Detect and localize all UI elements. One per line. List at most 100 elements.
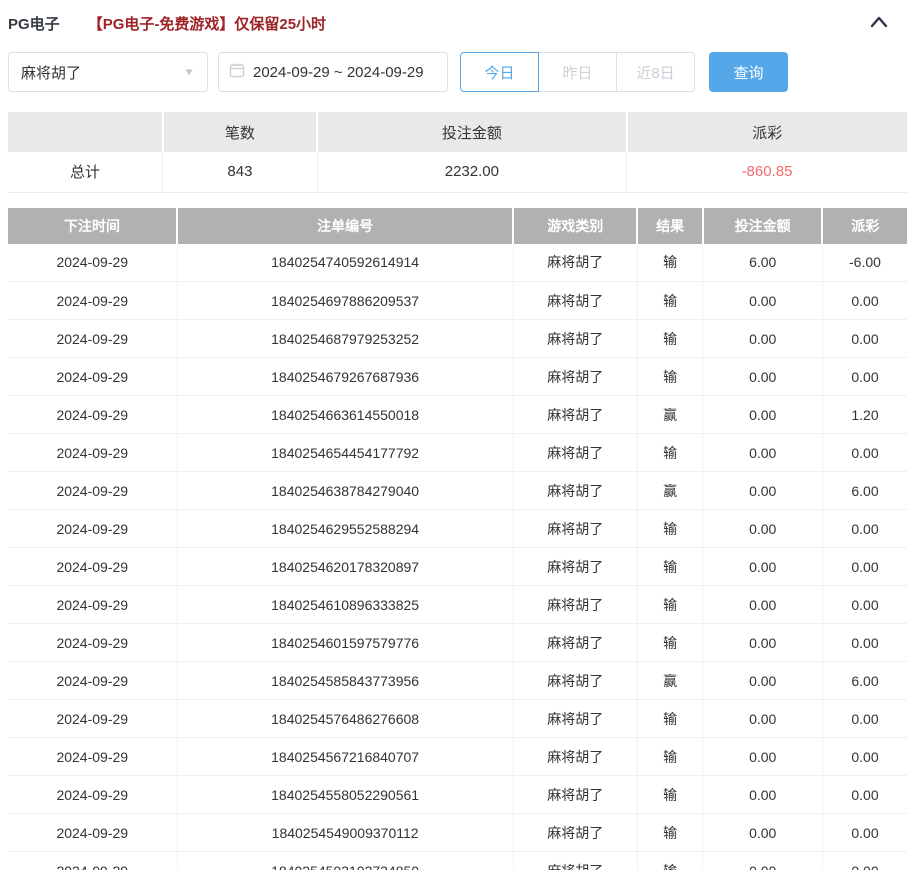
bet-time-cell: 2024-09-29	[8, 700, 177, 738]
summary-total-label: 总计	[8, 152, 163, 192]
result-cell: 输	[637, 320, 703, 358]
game-type-cell: 麻将胡了	[513, 472, 637, 510]
bet-time-cell: 2024-09-29	[8, 282, 177, 320]
summary-table: 笔数 投注金额 派彩 总计 843 2232.00 -860.85	[8, 112, 907, 193]
result-cell: 赢	[637, 472, 703, 510]
bet-time-cell: 2024-09-29	[8, 814, 177, 852]
table-row: 2024-09-291840254558052290561麻将胡了输0.000.…	[8, 776, 907, 814]
bet-amount-cell: 0.00	[703, 586, 823, 624]
table-row: 2024-09-291840254620178320897麻将胡了输0.000.…	[8, 548, 907, 586]
bet-id-cell: 1840254663614550018	[177, 396, 513, 434]
table-row: 2024-09-291840254663614550018麻将胡了赢0.001.…	[8, 396, 907, 434]
summary-header-blank	[8, 112, 163, 152]
game-type-cell: 麻将胡了	[513, 510, 637, 548]
table-row: 2024-09-291840254638784279040麻将胡了赢0.006.…	[8, 472, 907, 510]
result-cell: 输	[637, 282, 703, 320]
table-row: 2024-09-291840254740592614914麻将胡了输6.00-6…	[8, 244, 907, 282]
game-select-value: 麻将胡了	[21, 62, 183, 83]
game-type-cell: 麻将胡了	[513, 320, 637, 358]
result-cell: 输	[637, 244, 703, 282]
payout-cell: 0.00	[822, 358, 907, 396]
payout-cell: 0.00	[822, 700, 907, 738]
bet-id-cell: 1840254638784279040	[177, 472, 513, 510]
game-select[interactable]: 麻将胡了 ▼	[8, 52, 208, 92]
bet-time-cell: 2024-09-29	[8, 738, 177, 776]
payout-cell: 1.20	[822, 396, 907, 434]
bet-table-body: 2024-09-291840254740592614914麻将胡了输6.00-6…	[8, 244, 907, 870]
column-result: 结果	[637, 208, 703, 244]
bet-time-cell: 2024-09-29	[8, 472, 177, 510]
game-type-cell: 麻将胡了	[513, 434, 637, 472]
result-cell: 输	[637, 776, 703, 814]
summary-header-row: 笔数 投注金额 派彩	[8, 112, 907, 152]
table-row: 2024-09-291840254503102734850麻将胡了输0.000.…	[8, 852, 907, 870]
summary-total-bet-amount: 2232.00	[317, 152, 626, 192]
payout-cell: -6.00	[822, 244, 907, 282]
bet-time-cell: 2024-09-29	[8, 510, 177, 548]
payout-cell: 0.00	[822, 282, 907, 320]
column-game-type: 游戏类别	[513, 208, 637, 244]
table-row: 2024-09-291840254610896333825麻将胡了输0.000.…	[8, 586, 907, 624]
result-cell: 输	[637, 814, 703, 852]
bet-amount-cell: 0.00	[703, 852, 823, 870]
bet-amount-cell: 0.00	[703, 510, 823, 548]
game-type-cell: 麻将胡了	[513, 738, 637, 776]
payout-cell: 0.00	[822, 434, 907, 472]
bet-time-cell: 2024-09-29	[8, 320, 177, 358]
game-type-cell: 麻将胡了	[513, 244, 637, 282]
date-range-picker[interactable]: 2024-09-29 ~ 2024-09-29	[218, 52, 448, 92]
panel-title: PG电子	[8, 13, 60, 34]
payout-cell: 6.00	[822, 472, 907, 510]
today-button[interactable]: 今日	[460, 52, 539, 92]
bet-id-cell: 1840254687979253252	[177, 320, 513, 358]
bet-time-cell: 2024-09-29	[8, 624, 177, 662]
game-type-cell: 麻将胡了	[513, 282, 637, 320]
summary-header-bet-amount: 投注金额	[317, 112, 626, 152]
game-type-cell: 麻将胡了	[513, 776, 637, 814]
summary-header-payout: 派彩	[627, 112, 908, 152]
table-row: 2024-09-291840254697886209537麻将胡了输0.000.…	[8, 282, 907, 320]
bet-amount-cell: 0.00	[703, 738, 823, 776]
result-cell: 输	[637, 358, 703, 396]
payout-cell: 0.00	[822, 738, 907, 776]
collapse-panel-button[interactable]	[869, 13, 889, 33]
summary-total-payout: -860.85	[627, 152, 908, 192]
bet-id-cell: 1840254503102734850	[177, 852, 513, 870]
bet-time-cell: 2024-09-29	[8, 358, 177, 396]
payout-cell: 0.00	[822, 852, 907, 870]
bet-time-cell: 2024-09-29	[8, 244, 177, 282]
result-cell: 输	[637, 624, 703, 662]
bet-id-cell: 1840254558052290561	[177, 776, 513, 814]
result-cell: 输	[637, 510, 703, 548]
query-button[interactable]: 查询	[709, 52, 788, 92]
payout-cell: 0.00	[822, 320, 907, 358]
payout-cell: 0.00	[822, 776, 907, 814]
bet-amount-cell: 0.00	[703, 662, 823, 700]
result-cell: 输	[637, 548, 703, 586]
column-bet-time: 下注时间	[8, 208, 177, 244]
yesterday-button[interactable]: 昨日	[538, 52, 617, 92]
game-type-cell: 麻将胡了	[513, 624, 637, 662]
summary-total-row: 总计 843 2232.00 -860.85	[8, 152, 907, 192]
bet-time-cell: 2024-09-29	[8, 548, 177, 586]
column-bet-id: 注单编号	[177, 208, 513, 244]
bet-amount-cell: 0.00	[703, 776, 823, 814]
bet-amount-cell: 0.00	[703, 814, 823, 852]
bet-amount-cell: 0.00	[703, 624, 823, 662]
payout-cell: 6.00	[822, 662, 907, 700]
payout-cell: 0.00	[822, 814, 907, 852]
result-cell: 输	[637, 852, 703, 870]
result-cell: 输	[637, 434, 703, 472]
bet-time-cell: 2024-09-29	[8, 586, 177, 624]
last-8-days-button[interactable]: 近8日	[616, 52, 695, 92]
bet-id-cell: 1840254567216840707	[177, 738, 513, 776]
payout-cell: 0.00	[822, 548, 907, 586]
bet-amount-cell: 0.00	[703, 700, 823, 738]
bet-table: 下注时间 注单编号 游戏类别 结果 投注金额 派彩 2024-09-291840…	[8, 208, 907, 870]
game-type-cell: 麻将胡了	[513, 396, 637, 434]
game-type-cell: 麻将胡了	[513, 700, 637, 738]
bet-amount-cell: 0.00	[703, 396, 823, 434]
bet-record-panel: PG电子 【PG电子-免费游戏】仅保留25小时 麻将胡了 ▼ 2024-09-2…	[0, 0, 915, 870]
bet-table-header-row: 下注时间 注单编号 游戏类别 结果 投注金额 派彩	[8, 208, 907, 244]
table-row: 2024-09-291840254576486276608麻将胡了输0.000.…	[8, 700, 907, 738]
